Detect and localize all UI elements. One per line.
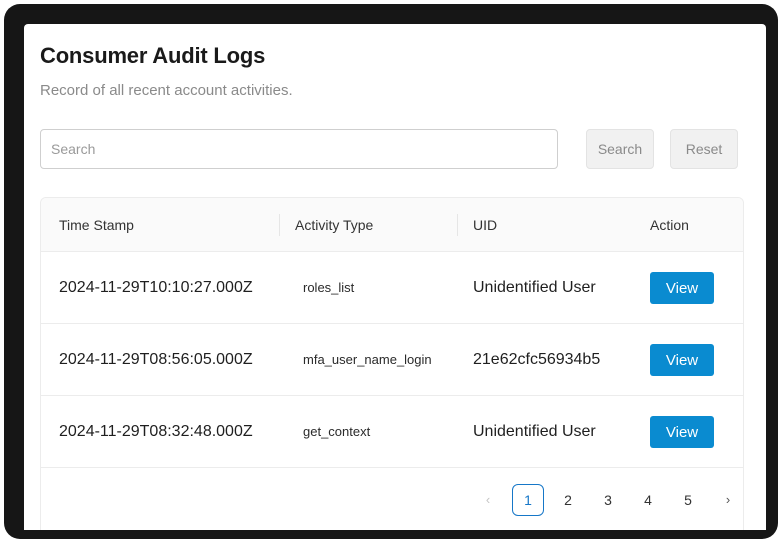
column-header-action: Action [650, 217, 689, 233]
page-button-3[interactable]: 3 [592, 484, 624, 516]
cell-uid: Unidentified User [473, 279, 596, 296]
view-button[interactable]: View [650, 272, 714, 304]
cell-uid: Unidentified User [473, 423, 596, 440]
cell-timestamp: 2024-11-29T08:56:05.000Z [59, 351, 253, 368]
page-button-4[interactable]: 4 [632, 484, 664, 516]
search-input[interactable] [40, 129, 558, 169]
search-button[interactable]: Search [586, 129, 654, 169]
page-button-2[interactable]: 2 [552, 484, 584, 516]
chevron-right-icon[interactable]: › [712, 484, 743, 516]
table-row: 2024-11-29T08:56:05.000Z mfa_user_name_l… [41, 324, 743, 396]
column-header-uid: UID [473, 217, 498, 233]
column-divider [457, 214, 458, 236]
view-button[interactable]: View [650, 416, 714, 448]
page-button-5[interactable]: 5 [672, 484, 704, 516]
audit-log-card: Consumer Audit Logs Record of all recent… [24, 24, 766, 530]
column-divider [279, 214, 280, 236]
reset-button[interactable]: Reset [670, 129, 738, 169]
cell-uid: 21e62cfc56934b5 [473, 351, 601, 368]
column-header-time-stamp: Time Stamp [59, 217, 134, 233]
cell-activity-type: roles_list [303, 280, 355, 295]
cell-timestamp: 2024-11-29T08:32:48.000Z [59, 423, 253, 440]
column-header-activity-type: Activity Type [295, 217, 374, 233]
chevron-left-icon[interactable]: ‹ [472, 484, 504, 516]
table-header: Time Stamp Activity Type UID Action [41, 198, 743, 252]
page-title: Consumer Audit Logs [40, 43, 266, 68]
cell-timestamp: 2024-11-29T10:10:27.000Z [59, 279, 253, 296]
table-row: 2024-11-29T10:10:27.000Z roles_list Unid… [41, 252, 743, 324]
cell-activity-type: get_context [303, 424, 371, 439]
pagination: ‹ 1 2 3 4 5 › [41, 468, 743, 528]
page-button-1[interactable]: 1 [512, 484, 544, 516]
page-subtitle: Record of all recent account activities. [40, 82, 293, 99]
cell-activity-type: mfa_user_name_login [303, 352, 432, 367]
audit-log-table: Time Stamp Activity Type UID Action 2024… [40, 197, 744, 530]
table-row: 2024-11-29T08:32:48.000Z get_context Uni… [41, 396, 743, 468]
window-frame: Consumer Audit Logs Record of all recent… [4, 4, 778, 539]
view-button[interactable]: View [650, 344, 714, 376]
